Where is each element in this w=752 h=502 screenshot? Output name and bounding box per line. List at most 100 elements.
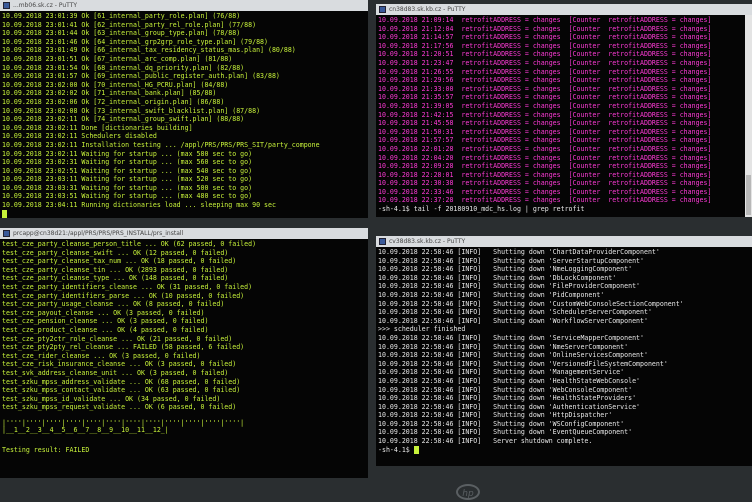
terminal-line: test_szku_mpss_contact_validate ... OK (… [2,386,241,395]
terminal-line: >>> scheduler finished [378,325,466,334]
terminal-line: 10.09.2018 22:09:28 retrofitADDRESS = ch… [378,162,712,171]
terminal-line: 10.09.2018 23:01:57 Ok [69_internal_publ… [2,72,280,81]
terminal-line: 10.09.2018 21:26:55 retrofitADDRESS = ch… [378,67,712,76]
terminal-line: test_cze_party_cleanse_tax_num ... OK (1… [2,257,237,266]
terminal-line: test_cze_pty2pty_rel_cleanse ... FAILED … [2,343,245,352]
terminal-output[interactable]: 10.09.2018 22:58:46 [INFO] Shutting down… [376,247,752,466]
terminal-line: 10.09.2018 23:02:31 Waiting for startup … [2,158,253,167]
shell-cursor-line[interactable] [2,209,366,218]
terminal-line: 10.09.2018 22:58:46 [INFO] Shutting down… [378,351,648,360]
terminal-line: 10.09.2018 21:45:58 retrofitADDRESS = ch… [378,119,712,128]
terminal-line: 10.09.2018 21:33:00 retrofitADDRESS = ch… [378,84,712,93]
window-title: ...mb06.sk.cz - PuTTY [13,2,78,9]
terminal-line: 10.09.2018 23:02:00 Ok [70_internal_HG_P… [2,80,229,89]
terminal-line: test_cze_risk_insurance_cleanse ... OK (… [2,360,237,369]
terminal-line: 10.09.2018 23:02:51 Waiting for startup … [2,166,253,175]
putty-window-bottom-left[interactable]: prcapp@cn38d21:/appl/PRS/PRS/PRS_INSTALL… [0,228,368,478]
cursor [2,209,7,218]
terminal-line: 10.09.2018 22:58:46 [INFO] Shutting down… [378,248,660,256]
putty-icon [3,2,10,9]
terminal-line: 10.09.2018 22:04:20 retrofitADDRESS = ch… [378,153,712,162]
terminal-line: 10.09.2018 22:58:46 [INFO] Shutting down… [378,394,637,403]
terminal-line: test_cze_product_cleanse ... OK (4 passe… [2,325,209,334]
terminal-line: test_cze_party_identifiers_parse ... OK … [2,291,245,300]
terminal-line: 10.09.2018 21:17:56 retrofitADDRESS = ch… [378,41,712,50]
terminal-line: 10.09.2018 22:58:46 [INFO] Shutting down… [378,376,641,385]
terminal-line: 10.09.2018 22:58:46 [INFO] Shutting down… [378,273,617,282]
window-title: cv38d83.sk.kb.cz - PuTTY [389,238,466,245]
terminal-line: test_cze_pension_cleanse ... OK (3 passe… [2,317,209,326]
terminal-line: 10.09.2018 23:03:31 Waiting for startup … [2,183,253,192]
scrollbar-thumb[interactable] [746,175,751,215]
terminal-line: 10.09.2018 22:58:46 [INFO] Shutting down… [378,256,644,265]
terminal-line: 10.09.2018 23:01:49 Ok [66_internal_tax_… [2,46,296,55]
terminal-line: 10.09.2018 23:01:39 Ok [61_internal_part… [2,12,241,20]
terminal-line: 10.09.2018 22:58:46 [INFO] Shutting down… [378,333,644,342]
testing-result: Testing result: FAILED [2,445,90,454]
title-bar[interactable]: cv38d83.sk.kb.cz - PuTTY [376,236,752,247]
terminal-line: 10.09.2018 21:57:57 retrofitADDRESS = ch… [378,136,712,145]
title-bar[interactable]: prcapp@cn38d21:/appl/PRS/PRS/PRS_INSTALL… [0,228,368,239]
terminal-line: test_cze_rider_cleanse ... OK (3 passed,… [2,351,201,360]
terminal-line: test_cze_payout_cleanse ... OK (3 passed… [2,308,205,317]
terminal-line: 10.09.2018 22:58:46 [INFO] Shutting down… [378,402,641,411]
terminal-line: test_cze_party_cleanse_swift ... OK (12 … [2,248,229,257]
terminal-line: 10.09.2018 21:50:31 retrofitADDRESS = ch… [378,127,712,136]
terminal-output[interactable]: 10.09.2018 21:09:14 retrofitADDRESS = ch… [376,15,745,217]
vertical-scrollbar[interactable] [745,15,752,217]
title-bar[interactable]: ...mb06.sk.cz - PuTTY [0,0,368,11]
terminal-line: test_svk_address_cleanse_unit ... OK (3 … [2,368,229,377]
terminal-line: test_cze_party_cleanse_tin ... OK (2893 … [2,265,229,274]
terminal-line: 10.09.2018 23:03:51 Waiting for startup … [2,192,253,201]
terminal-line: 10.09.2018 23:02:11 Installation testing… [2,140,320,149]
putty-icon [3,230,10,237]
terminal-line: 10.09.2018 22:30:38 retrofitADDRESS = ch… [378,179,712,188]
terminal-line: 10.09.2018 22:58:46 [INFO] Shutting down… [378,308,652,317]
terminal-line: 10.09.2018 21:23:47 retrofitADDRESS = ch… [378,58,712,67]
terminal-line: 10.09.2018 21:35:57 retrofitADDRESS = ch… [378,93,712,102]
terminal-line: 10.09.2018 22:58:46 [INFO] Shutting down… [378,419,625,428]
terminal-output[interactable]: 10.09.2018 23:01:39 Ok [61_internal_part… [0,11,368,218]
window-title: prcapp@cn38d21:/appl/PRS/PRS/PRS_INSTALL… [13,230,184,237]
putty-window-top-left[interactable]: ...mb06.sk.cz - PuTTY 10.09.2018 23:01:3… [0,0,368,218]
terminal-line: 10.09.2018 22:58:46 [INFO] Shutting down… [378,290,605,299]
terminal-line: 10.09.2018 22:28:01 retrofitADDRESS = ch… [378,170,712,179]
cursor [413,445,419,454]
terminal-line: 10.09.2018 23:02:11 Done [dictionaries b… [2,123,193,132]
prompt-text: -sh-4.1$ tail -f 20180910_mdc_hs.log | g… [378,205,585,214]
title-bar[interactable]: cn38d83.sk.kb.cz - PuTTY [376,4,752,15]
terminal-output[interactable]: test_cze_party_cleanse_person_title ... … [0,239,368,478]
terminal-line: 10.09.2018 23:01:51 Ok [67_internal_arc_… [2,54,233,63]
terminal-line: 10.09.2018 23:03:11 Waiting for startup … [2,175,253,184]
terminal-line: test_cze_party_identifiers_cleanse ... O… [2,282,253,291]
terminal-line: 10.09.2018 22:58:46 [INFO] Shutting down… [378,368,625,377]
terminal-line: 10.09.2018 22:33:46 retrofitADDRESS = ch… [378,187,712,196]
terminal-line: 10.09.2018 23:04:11 Running dictionaries… [2,201,276,210]
terminal-line: 10.09.2018 21:29:56 retrofitADDRESS = ch… [378,76,712,85]
terminal-line: 10.09.2018 22:58:46 [INFO] Shutting down… [378,359,668,368]
terminal-line: 10.09.2018 23:02:06 Ok [72_internal_orig… [2,97,225,106]
terminal-line: 10.09.2018 22:58:46 [INFO] Shutting down… [378,265,633,274]
putty-window-bottom-right[interactable]: cv38d83.sk.kb.cz - PuTTY 10.09.2018 22:5… [376,236,752,466]
terminal-line: test_szku_mpss_request_validate ... OK (… [2,403,237,412]
hp-logo: hp [456,484,480,500]
terminal-line: 10.09.2018 22:58:46 [INFO] Shutting down… [378,385,633,394]
shell-prompt[interactable]: -sh-4.1$ tail -f 20180910_mdc_hs.log | g… [378,205,743,214]
window-title: cn38d83.sk.kb.cz - PuTTY [389,6,466,13]
terminal-line: test_cze_party_usage_cleanse ... OK (8 p… [2,300,225,309]
terminal-line: 10.09.2018 21:14:57 retrofitADDRESS = ch… [378,33,712,42]
terminal-line: 10.09.2018 21:39:05 retrofitADDRESS = ch… [378,101,712,110]
terminal-line: 10.09.2018 23:01:54 Ok [68_internal_dq_p… [2,63,245,72]
putty-icon [379,6,386,13]
terminal-line: 10.09.2018 23:01:41 Ok [62_internal_part… [2,20,257,29]
terminal-line: 10.09.2018 23:02:11 Schedulers disabled [2,132,157,141]
terminal-line: 10.09.2018 22:01:28 retrofitADDRESS = ch… [378,144,712,153]
shell-prompt[interactable]: -sh-4.1$ [378,445,750,455]
putty-window-top-right[interactable]: cn38d83.sk.kb.cz - PuTTY 10.09.2018 21:0… [376,4,752,217]
terminal-line: 10.09.2018 22:58:46 [INFO] Shutting down… [378,282,641,291]
putty-icon [379,238,386,245]
terminal-line: test_cze_party_cleanse_type ... OK (148 … [2,274,229,283]
terminal-line: 10.09.2018 21:12:04 retrofitADDRESS = ch… [378,24,712,33]
terminal-line: 10.09.2018 21:20:51 retrofitADDRESS = ch… [378,50,712,59]
terminal-line: 10.09.2018 22:58:46 [INFO] Shutting down… [378,299,684,308]
